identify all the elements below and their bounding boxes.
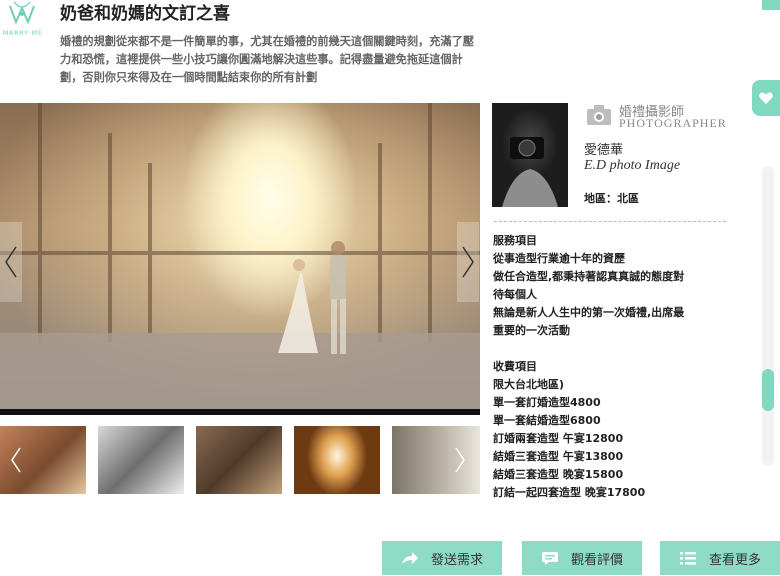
scrollbar-track[interactable] [762, 166, 774, 466]
service-line: 重要的一次活動 [493, 324, 570, 337]
next-thumbnail-button[interactable] [446, 426, 474, 494]
service-line: 無論是新人人生中的第一次婚禮,出席最 [493, 306, 685, 319]
list-icon [679, 552, 696, 565]
fee-line: 限大台北地區) [493, 378, 565, 391]
service-line: 做任合造型,都秉持著認真真誠的態度對 [493, 270, 685, 283]
view-reviews-label: 觀看評價 [570, 552, 623, 568]
intro-text: 婚禮的規劃從來都不是一件簡單的事，尤其在婚禮的前幾天這個關鍵時刻，充滿了壓力和恐… [60, 35, 474, 84]
send-icon [401, 552, 418, 564]
favorite-button[interactable] [752, 80, 780, 116]
view-more-label: 查看更多 [708, 552, 761, 568]
divider [494, 221, 726, 222]
prev-photo-button[interactable] [0, 222, 22, 302]
photographer-name-zh: 愛德華 [584, 143, 624, 158]
fee-line: 單一套訂婚造型4800 [493, 396, 601, 409]
send-request-button[interactable]: 發送需求 [382, 541, 502, 575]
photo-underline [0, 409, 480, 415]
chat-icon [541, 552, 558, 565]
send-request-label: 發送需求 [430, 552, 483, 568]
chevron-left-icon [5, 246, 17, 278]
main-photo [0, 103, 480, 412]
scrollbar-thumb[interactable] [762, 369, 774, 411]
fee-line: 訂婚兩套造型 午宴12800 [493, 432, 624, 445]
fee-line: 結婚三套造型 晚宴15800 [493, 468, 624, 481]
photographer-avatar [492, 103, 568, 207]
photographer-name-en: E.D photo Image [584, 158, 681, 173]
prev-thumbnail-button[interactable] [2, 426, 30, 494]
role-label-en: PHOTOGRAPHER [619, 116, 727, 130]
thumbnail-2[interactable] [98, 426, 184, 494]
next-photo-button[interactable] [457, 222, 479, 302]
chevron-right-icon [462, 246, 474, 278]
services-title: 服務項目 [493, 234, 537, 247]
service-line: 待每個人 [493, 288, 537, 301]
service-line: 從事造型行業逾十年的資歷 [493, 252, 625, 265]
corner-accent [762, 0, 780, 10]
page-title: 奶爸和奶媽的文訂之喜 [60, 4, 230, 24]
logo-text: MARRY·ME [3, 30, 43, 37]
view-reviews-button[interactable]: 觀看評價 [522, 541, 642, 575]
view-more-button[interactable]: 查看更多 [660, 541, 780, 575]
chevron-right-icon [455, 447, 465, 473]
thumbnail-3[interactable] [196, 426, 282, 494]
fee-line: 單一套結婚造型6800 [493, 414, 601, 427]
chevron-left-icon [11, 447, 21, 473]
region-label: 地區：北區 [584, 192, 639, 205]
details-text: 服務項目 從事造型行業逾十年的資歷 做任合造型,都秉持著認真真誠的態度對 待每個… [493, 232, 743, 502]
camera-icon [587, 105, 611, 125]
fee-line: 結婚三套造型 午宴13800 [493, 450, 624, 463]
fees-title: 收費項目 [493, 360, 537, 373]
fee-line: 訂結一起四套造型 晚宴17800 [493, 486, 646, 499]
heart-icon [759, 92, 773, 104]
thumbnail-4[interactable] [294, 426, 380, 494]
